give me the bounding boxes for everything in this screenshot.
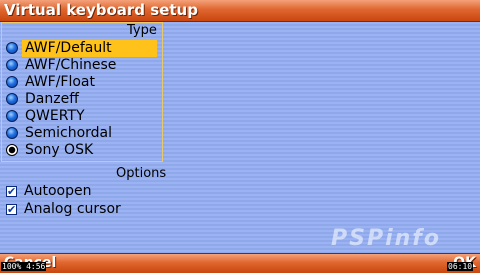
option-label: AWF/Chinese <box>25 57 117 73</box>
checkbox-checked-icon[interactable]: ✔ <box>6 186 17 197</box>
clock-status: 06:10 <box>447 262 474 271</box>
option-awf-float[interactable]: AWF/Float <box>2 74 162 91</box>
checkbox-analog-cursor[interactable]: ✔ Analog cursor <box>0 201 200 218</box>
radio-icon[interactable] <box>6 59 18 71</box>
type-section-title: Type <box>127 23 157 38</box>
checkbox-label: Analog cursor <box>24 201 121 217</box>
bottom-bar: Cancel OK <box>0 253 480 273</box>
option-label: Semichordal <box>25 125 113 141</box>
option-danzeff[interactable]: Danzeff <box>2 91 162 108</box>
checkbox-label: Autoopen <box>24 183 92 199</box>
battery-status: 100% 4:56 <box>1 262 47 271</box>
option-awf-chinese[interactable]: AWF/Chinese <box>2 57 162 74</box>
window-title: Virtual keyboard setup <box>4 1 198 19</box>
checkbox-checked-icon[interactable]: ✔ <box>6 204 17 215</box>
option-label: Danzeff <box>25 91 79 107</box>
title-bar: Virtual keyboard setup <box>0 0 480 22</box>
radio-selected-icon[interactable] <box>6 144 18 156</box>
checkbox-autoopen[interactable]: ✔ Autoopen <box>0 183 200 200</box>
options-section-title: Options <box>116 166 167 181</box>
radio-icon[interactable] <box>6 76 18 88</box>
radio-icon[interactable] <box>6 42 18 54</box>
radio-icon[interactable] <box>6 127 18 139</box>
option-awf-default[interactable]: AWF/Default <box>2 40 162 57</box>
radio-icon[interactable] <box>6 110 18 122</box>
option-label: AWF/Default <box>22 40 157 57</box>
watermark-logo: PSPinfo <box>331 226 441 251</box>
type-group: Type AWF/Default AWF/Chinese AWF/Float D… <box>1 22 163 162</box>
option-label: QWERTY <box>25 108 85 124</box>
option-semichordal[interactable]: Semichordal <box>2 125 162 142</box>
option-sony-osk[interactable]: Sony OSK <box>2 142 162 159</box>
radio-icon[interactable] <box>6 93 18 105</box>
option-label: Sony OSK <box>25 142 94 158</box>
option-qwerty[interactable]: QWERTY <box>2 108 162 125</box>
option-label: AWF/Float <box>25 74 95 90</box>
